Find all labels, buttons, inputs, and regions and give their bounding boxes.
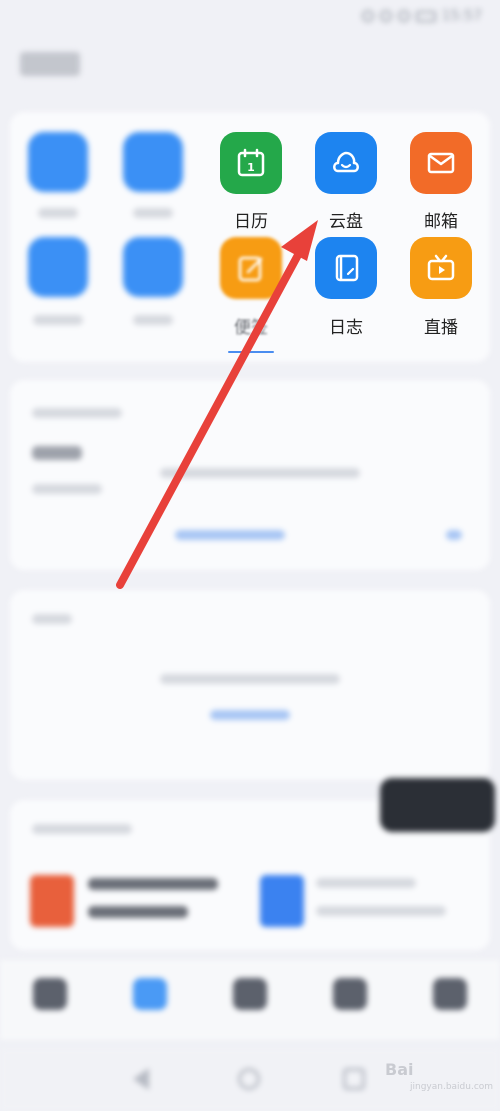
arrow-head: [281, 220, 318, 261]
annotation-arrow: [116, 220, 318, 589]
watermark-url: jingyan.baidu.com: [410, 1082, 494, 1092]
watermark-logo: Bai: [385, 1060, 414, 1079]
arrow-shaft: [116, 251, 302, 589]
screen: 15:57 1 日历 云盘 邮箱 便签 日志 直播 Bai jingyan.ba…: [0, 0, 500, 1111]
